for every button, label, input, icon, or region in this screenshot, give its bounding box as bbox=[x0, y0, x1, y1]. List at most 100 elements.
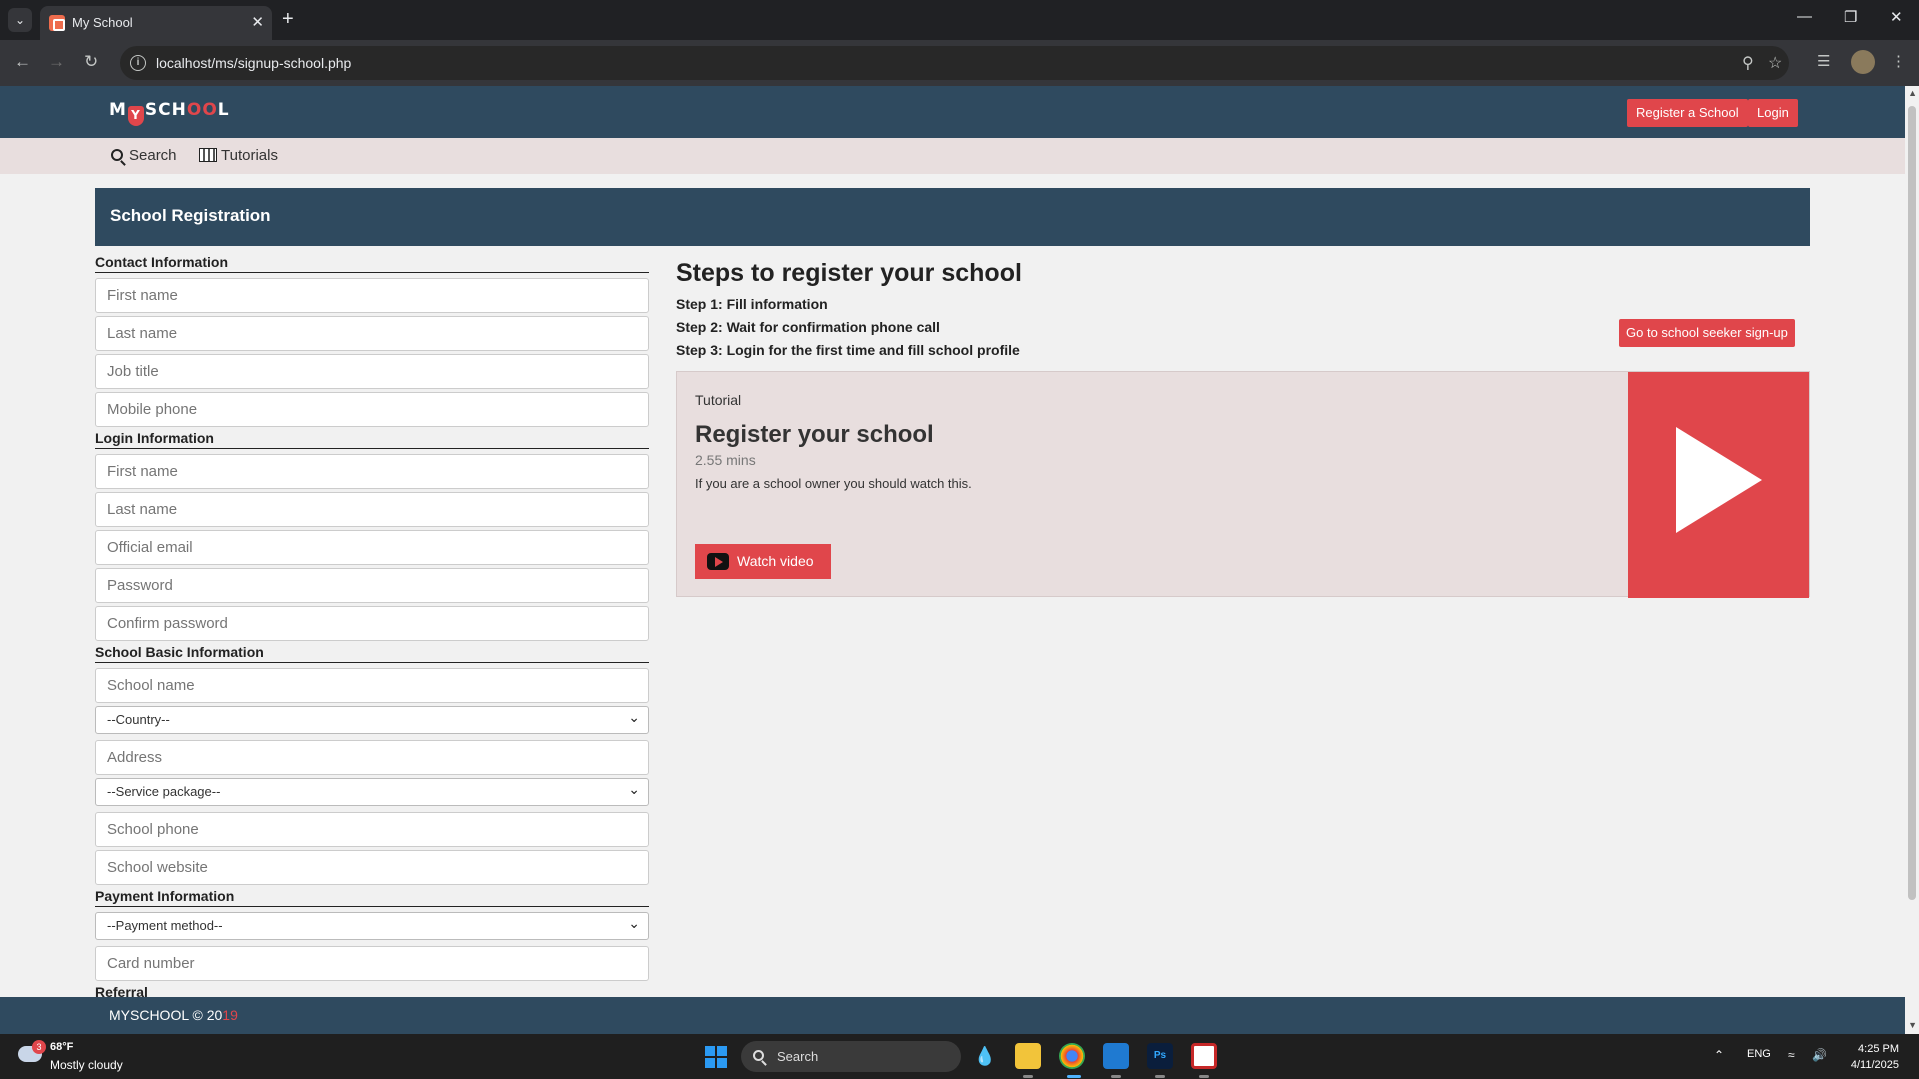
file-explorer-icon[interactable] bbox=[1015, 1043, 1041, 1069]
restore-icon[interactable]: ❐ bbox=[1844, 8, 1857, 26]
footer-copyright: MYSCHOOL © 2019 bbox=[109, 1007, 238, 1023]
confirm-password-input[interactable] bbox=[95, 606, 649, 641]
logo-text-sch: SCH bbox=[144, 100, 187, 120]
xampp-drop-icon[interactable]: 💧 bbox=[972, 1043, 998, 1069]
service-package-select[interactable]: --Service package-- bbox=[95, 776, 649, 806]
reload-icon[interactable]: ↻ bbox=[84, 52, 98, 72]
browser-tab-bar: ⌄ My School ✕ + — ❐ ✕ bbox=[0, 0, 1919, 40]
job-title-input[interactable] bbox=[95, 354, 649, 389]
footer-text: MYSCHOOL © 20 bbox=[109, 1007, 223, 1023]
step-2: Step 2: Wait for confirmation phone call bbox=[676, 319, 940, 335]
forward-icon[interactable]: → bbox=[48, 52, 65, 72]
logo-text-m: M bbox=[109, 100, 127, 120]
windows-start-icon[interactable] bbox=[705, 1046, 727, 1068]
tab-search-menu-icon[interactable]: ⌄ bbox=[8, 8, 32, 32]
scroll-thumb[interactable] bbox=[1908, 106, 1916, 900]
school-seeker-signup-button[interactable]: Go to school seeker sign-up bbox=[1619, 319, 1795, 347]
photoshop-icon[interactable]: Ps bbox=[1147, 1043, 1173, 1069]
tutorial-description: If you are a school owner you should wat… bbox=[695, 476, 972, 491]
address-bar[interactable]: i localhost/ms/signup-school.php ⚲ ☆ bbox=[120, 46, 1789, 80]
wifi-icon[interactable]: ≈ bbox=[1788, 1048, 1795, 1062]
running-indicator bbox=[1155, 1075, 1165, 1078]
logo-shield-icon: Y bbox=[127, 106, 144, 126]
favicon-icon bbox=[49, 15, 65, 31]
page-scrollbar[interactable]: ▲ ▼ bbox=[1905, 86, 1919, 1034]
search-icon bbox=[753, 1050, 764, 1061]
vscode-icon[interactable] bbox=[1103, 1043, 1129, 1069]
tutorial-label: Tutorial bbox=[695, 392, 742, 408]
address-input[interactable] bbox=[95, 740, 649, 775]
login-button[interactable]: Login bbox=[1748, 99, 1798, 127]
register-school-button[interactable]: Register a School bbox=[1627, 99, 1748, 127]
snipping-tool-icon[interactable] bbox=[1191, 1043, 1217, 1069]
school-section-title: School Basic Information bbox=[95, 644, 649, 663]
close-tab-icon[interactable]: ✕ bbox=[251, 13, 264, 31]
weather-temperature: 68°F bbox=[50, 1041, 74, 1053]
close-window-icon[interactable]: ✕ bbox=[1890, 8, 1903, 26]
scroll-down-icon[interactable]: ▼ bbox=[1908, 1020, 1917, 1030]
zoom-icon[interactable]: ⚲ bbox=[1742, 53, 1754, 73]
site-info-icon[interactable]: i bbox=[130, 55, 146, 71]
system-clock[interactable]: 4:25 PM 4/11/2025 bbox=[1851, 1041, 1899, 1073]
clock-date: 4/11/2025 bbox=[1850, 1059, 1899, 1071]
watch-video-button[interactable]: Watch video bbox=[695, 544, 831, 579]
mobile-phone-input[interactable] bbox=[95, 392, 649, 427]
scroll-up-icon[interactable]: ▲ bbox=[1908, 88, 1917, 98]
tab-title: My School bbox=[72, 15, 133, 30]
taskbar-search[interactable]: Search bbox=[741, 1041, 961, 1072]
contact-section-title: Contact Information bbox=[95, 254, 649, 273]
step-1: Step 1: Fill information bbox=[676, 296, 828, 312]
running-indicator bbox=[1199, 1075, 1209, 1078]
official-email-input[interactable] bbox=[95, 530, 649, 565]
password-input[interactable] bbox=[95, 568, 649, 603]
clock-time: 4:25 PM bbox=[1858, 1043, 1899, 1055]
step-3: Step 3: Login for the first time and fil… bbox=[676, 342, 1020, 358]
bookmark-star-icon[interactable]: ☆ bbox=[1768, 53, 1782, 73]
back-icon[interactable]: ← bbox=[14, 52, 31, 72]
site-header: M Y SCHOOL Register a School Login bbox=[0, 86, 1905, 138]
school-name-input[interactable] bbox=[95, 668, 649, 703]
contact-first-name-input[interactable] bbox=[95, 278, 649, 313]
contact-last-name-input[interactable] bbox=[95, 316, 649, 351]
card-number-input[interactable] bbox=[95, 946, 649, 981]
login-first-name-input[interactable] bbox=[95, 454, 649, 489]
footer-year: 19 bbox=[222, 1007, 238, 1023]
tutorial-card: Tutorial Register your school 2.55 mins … bbox=[676, 371, 1810, 598]
play-icon bbox=[1676, 427, 1762, 533]
school-website-input[interactable] bbox=[95, 850, 649, 885]
minimize-icon[interactable]: — bbox=[1797, 8, 1812, 25]
new-tab-icon[interactable]: + bbox=[282, 8, 294, 30]
profile-avatar[interactable] bbox=[1851, 50, 1875, 74]
chrome-icon[interactable] bbox=[1059, 1043, 1085, 1069]
registration-panel-header: School Registration bbox=[95, 188, 1810, 246]
tray-chevron-up-icon[interactable]: ⌃ bbox=[1714, 1048, 1724, 1062]
video-thumbnail[interactable] bbox=[1628, 372, 1809, 598]
volume-icon[interactable]: 🔊 bbox=[1812, 1048, 1827, 1062]
weather-badge: 3 bbox=[32, 1040, 46, 1054]
language-indicator[interactable]: ENG bbox=[1747, 1048, 1771, 1060]
site-footer: MYSCHOOL © 2019 bbox=[0, 997, 1905, 1034]
login-last-name-input[interactable] bbox=[95, 492, 649, 527]
subnav-search[interactable]: Search bbox=[111, 147, 177, 164]
country-select[interactable]: --Country-- bbox=[95, 704, 649, 734]
windows-taskbar: 3 68°F Mostly cloudy Search 💧 Ps ⌃ ENG ≈… bbox=[0, 1034, 1919, 1079]
browser-tab[interactable]: My School ✕ bbox=[40, 6, 272, 40]
page-title: School Registration bbox=[110, 206, 271, 225]
browser-toolbar: ← → ↻ i localhost/ms/signup-school.php ⚲… bbox=[0, 40, 1919, 86]
payment-method-select[interactable]: --Payment method-- bbox=[95, 910, 649, 940]
watch-video-label: Watch video bbox=[737, 553, 814, 569]
tutorials-icon bbox=[199, 148, 217, 162]
sub-navigation: Search Tutorials bbox=[0, 138, 1905, 174]
subnav-tutorials-label: Tutorials bbox=[221, 147, 278, 164]
youtube-icon bbox=[707, 553, 729, 570]
media-controls-icon[interactable]: ☰ bbox=[1817, 52, 1830, 70]
weather-description: Mostly cloudy bbox=[50, 1058, 123, 1072]
school-phone-input[interactable] bbox=[95, 812, 649, 847]
taskbar-search-label: Search bbox=[777, 1049, 819, 1064]
login-section-title: Login Information bbox=[95, 430, 649, 449]
site-logo[interactable]: M Y SCHOOL bbox=[109, 100, 230, 126]
subnav-tutorials[interactable]: Tutorials bbox=[199, 147, 278, 164]
registration-form: Contact Information Login Information Sc… bbox=[95, 254, 649, 1008]
active-indicator bbox=[1067, 1075, 1081, 1078]
chrome-menu-icon[interactable]: ⋮ bbox=[1891, 52, 1906, 70]
